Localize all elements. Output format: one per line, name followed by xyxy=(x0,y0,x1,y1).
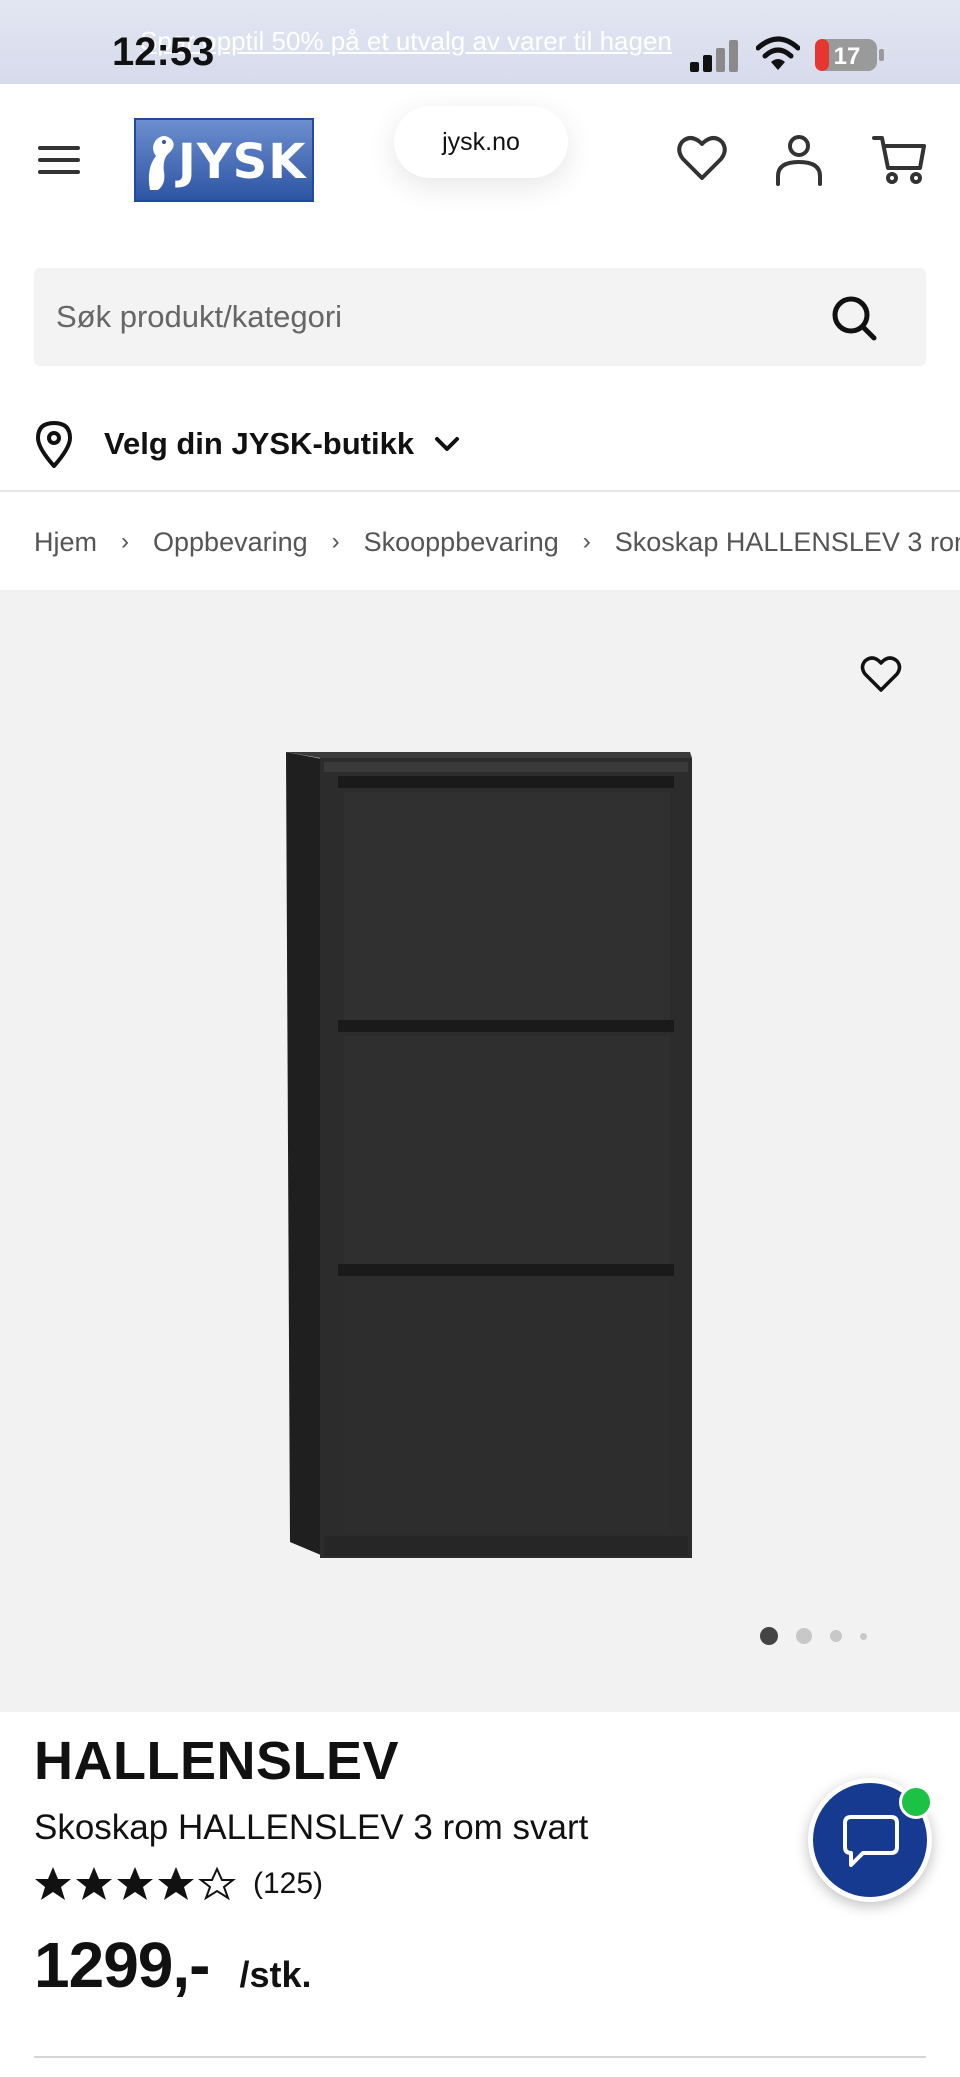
menu-icon[interactable] xyxy=(38,142,82,178)
star-filled-icon xyxy=(158,1867,194,1900)
product-title: Skoskap HALLENSLEV 3 rom svart xyxy=(34,1808,589,1847)
breadcrumb-item-home[interactable]: Hjem xyxy=(34,527,97,558)
gallery-dot-active[interactable] xyxy=(760,1627,778,1645)
gallery-dot[interactable] xyxy=(830,1630,842,1642)
breadcrumb-chevron-icon: › xyxy=(121,528,130,555)
user-icon[interactable] xyxy=(774,132,824,186)
search-icon[interactable] xyxy=(830,294,878,342)
header-divider xyxy=(0,490,960,492)
heart-icon[interactable] xyxy=(676,132,728,184)
logo-text: JYSK xyxy=(178,134,307,190)
online-status-indicator xyxy=(899,1785,933,1819)
star-filled-icon xyxy=(35,1867,71,1900)
breadcrumb: Hjem › Oppbevaring › Skooppbevaring › Sk… xyxy=(34,522,960,562)
section-divider xyxy=(34,2056,926,2058)
star-empty-icon xyxy=(198,1866,236,1901)
wifi-icon xyxy=(756,36,800,70)
bird-logo-icon xyxy=(148,136,174,190)
status-time: 12:53 xyxy=(112,30,215,74)
breadcrumb-item-storage[interactable]: Oppbevaring xyxy=(153,527,308,558)
product-gallery[interactable] xyxy=(0,590,960,1712)
cellular-signal-icon xyxy=(690,40,738,72)
star-filled-icon xyxy=(76,1867,112,1900)
location-pin-icon xyxy=(36,421,72,468)
cart-icon[interactable] xyxy=(872,132,928,186)
battery-level: 17 xyxy=(834,43,861,70)
gallery-pagination xyxy=(760,1626,885,1646)
status-bar: Spar opptil 50% på et utvalg av varer ti… xyxy=(0,0,960,84)
breadcrumb-chevron-icon: › xyxy=(331,528,340,555)
site-header: JYSK jysk.no xyxy=(0,84,960,244)
promo-banner-link[interactable]: Spar opptil 50% på et utvalg av varer ti… xyxy=(140,26,672,57)
price-row: 1299,- /stk. xyxy=(34,1928,312,2002)
star-filled-icon xyxy=(117,1867,153,1900)
store-selector-label: Velg din JYSK-butikk xyxy=(104,426,415,461)
battery-icon: 17 xyxy=(815,39,884,71)
chat-bubble-icon xyxy=(843,1815,899,1867)
gallery-dot[interactable] xyxy=(860,1632,867,1640)
product-price: 1299,- xyxy=(34,1929,210,2001)
product-image xyxy=(286,752,692,1558)
breadcrumb-item-current: Skoskap HALLENSLEV 3 rom svart xyxy=(614,526,960,557)
gallery-dot[interactable] xyxy=(796,1628,812,1644)
search-input[interactable] xyxy=(56,268,796,366)
product-rating[interactable]: (125) xyxy=(34,1862,323,1906)
price-unit: /stk. xyxy=(239,1954,312,1995)
store-selector[interactable]: Velg din JYSK-butikk xyxy=(34,416,460,472)
breadcrumb-chevron-icon: › xyxy=(582,528,591,555)
breadcrumb-item-shoe-storage[interactable]: Skooppbevaring xyxy=(364,527,559,558)
review-count[interactable]: (125) xyxy=(253,1867,323,1901)
product-brand: HALLENSLEV xyxy=(34,1731,400,1791)
chevron-down-icon xyxy=(435,437,460,451)
chat-button[interactable] xyxy=(808,1778,933,1902)
favorite-heart-icon[interactable] xyxy=(860,654,902,694)
url-pill[interactable]: jysk.no xyxy=(394,106,568,178)
jysk-logo[interactable]: JYSK xyxy=(134,118,314,202)
search-bar xyxy=(34,268,926,366)
